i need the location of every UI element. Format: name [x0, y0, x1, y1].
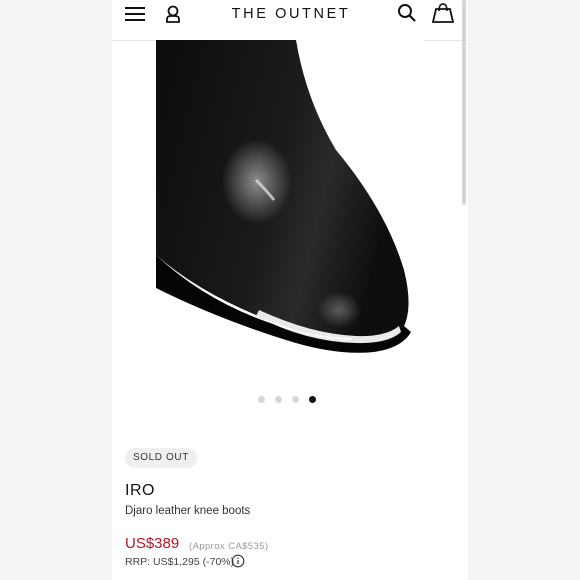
account-icon[interactable]	[164, 2, 182, 31]
pagination-dot[interactable]	[258, 396, 265, 403]
product-page: THE OUTNET SOLD OUT IRO Djaro leather kn…	[112, 0, 468, 580]
site-header: THE OUTNET	[112, 0, 468, 41]
menu-icon[interactable]	[124, 2, 146, 31]
pagination-dot[interactable]	[292, 396, 299, 403]
bag-icon[interactable]	[430, 2, 456, 31]
product-brand[interactable]: IRO	[125, 482, 155, 500]
info-icon[interactable]	[231, 554, 245, 573]
site-logo[interactable]: THE OUTNET	[229, 6, 353, 22]
pagination-dot[interactable]	[275, 396, 282, 403]
boot-photo	[156, 40, 411, 353]
sale-price: US$389	[125, 535, 180, 552]
sold-out-badge: SOLD OUT	[125, 448, 197, 468]
pagination-dot-active[interactable]	[309, 396, 316, 403]
product-name: Djaro leather knee boots	[125, 505, 251, 517]
scrollbar[interactable]	[462, 0, 466, 205]
product-image-gallery[interactable]	[156, 40, 424, 382]
search-icon[interactable]	[396, 2, 418, 31]
rrp-price: RRP: US$1,295 (-70%)	[125, 556, 235, 568]
approx-price: (Approx CA$535)	[189, 541, 269, 552]
